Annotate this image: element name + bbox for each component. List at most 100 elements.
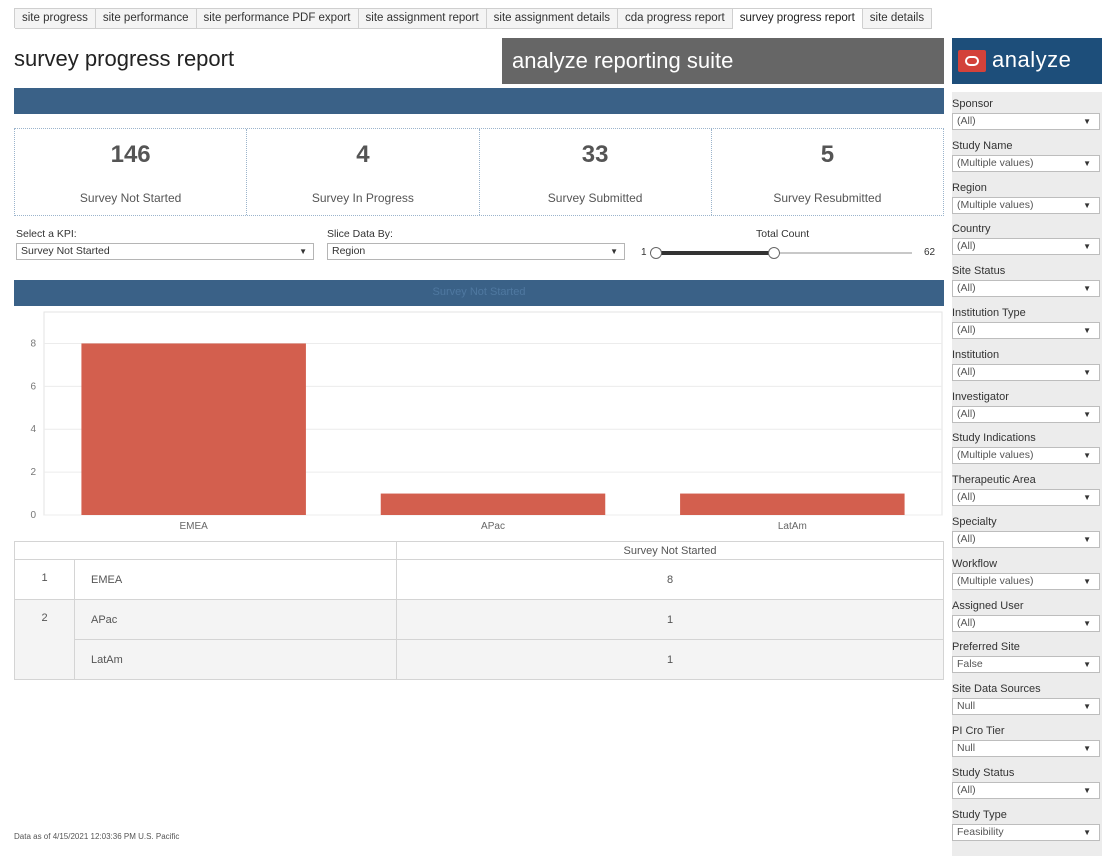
chevron-down-icon: ▼ — [1083, 785, 1091, 795]
tab-site-assignment-report[interactable]: site assignment report — [358, 9, 487, 29]
slice-select[interactable]: Region ▼ — [327, 243, 625, 260]
filter-dropdown-institution[interactable]: (All) ▼ — [952, 363, 1100, 381]
chevron-down-icon: ▼ — [1083, 493, 1091, 503]
row-value: 8 — [396, 559, 944, 600]
filter-dropdown-specialty[interactable]: (All) ▼ — [952, 531, 1100, 548]
filter-value: (All) — [957, 407, 976, 420]
filter-label: Study Status — [952, 766, 1015, 779]
slider-min-handle[interactable] — [650, 247, 662, 259]
filter-label: Investigator — [952, 390, 1009, 403]
chevron-down-icon: ▼ — [1083, 158, 1091, 168]
filter-dropdown-region[interactable]: (Multiple values) ▼ — [952, 196, 1100, 214]
filter-institution: Institution (All) ▼ — [952, 349, 1102, 385]
kpi-card-not-started[interactable]: 146 Survey Not Started — [15, 129, 248, 215]
filter-label: Specialty — [952, 516, 997, 528]
tab-site-assignment-details[interactable]: site assignment details — [486, 9, 618, 29]
kpi-value: 33 — [581, 141, 609, 168]
table-row[interactable]: 2 APac 1 — [14, 599, 944, 680]
filters-panel: Sponsor (All) ▼ Study Name (Multiple values)… — [952, 92, 1102, 856]
table-row[interactable]: 1 EMEA 8 — [14, 559, 944, 600]
chevron-down-icon: ▼ — [299, 247, 307, 256]
table-row[interactable]: LatAm 1 — [15, 639, 944, 680]
filter-country: Country (All) ▼ — [952, 223, 1102, 259]
kpi-select-value: Survey Not Started — [21, 245, 110, 257]
filter-value: False — [957, 658, 983, 671]
filter-investigator: Investigator (All) ▼ — [952, 391, 1102, 427]
y-tick-label: 0 — [30, 510, 36, 521]
filter-sponsor: Sponsor (All) ▼ — [952, 98, 1102, 134]
chevron-down-icon: ▼ — [1083, 660, 1091, 670]
tab-survey-progress-report[interactable]: survey progress report — [732, 9, 863, 29]
bar-chart-svg: 0 2 4 6 8 EMEA APac LatAm — [30, 311, 943, 532]
slider-max-handle[interactable] — [767, 247, 780, 259]
filter-label: Institution Type — [952, 307, 1026, 319]
chevron-down-icon: ▼ — [610, 247, 618, 256]
filter-value: (All) — [957, 533, 976, 545]
tab-site-performance[interactable]: site performance — [95, 9, 197, 29]
filter-dropdown-institution-type[interactable]: (All) ▼ — [952, 322, 1100, 339]
filter-value: Null — [957, 742, 976, 754]
chevron-down-icon: ▼ — [1083, 702, 1091, 712]
filter-label: Study Type — [952, 808, 1007, 821]
filter-value: (All) — [957, 491, 976, 504]
filter-dropdown-study-indications[interactable]: (Multiple values) ▼ — [952, 447, 1100, 465]
kpi-label: Survey Not Started — [79, 191, 182, 205]
kpi-select[interactable]: Survey Not Started ▼ — [16, 243, 314, 260]
filter-value: (Multiple values) — [957, 198, 1034, 211]
filter-value: (Multiple values) — [957, 574, 1034, 587]
bar-chart: 0 2 4 6 8 EMEA APac LatAm — [14, 310, 944, 540]
filter-study-status: Study Status (All) ▼ — [952, 767, 1102, 803]
chevron-down-icon: ▼ — [1083, 827, 1091, 837]
filter-region: Region (Multiple values) ▼ — [952, 182, 1102, 218]
data-as-of-note: Data as of 4/15/2021 12:03:36 PM U.S. Pa… — [14, 832, 180, 841]
row-number: 2 — [14, 599, 75, 680]
filter-value: (Multiple values) — [957, 449, 1034, 462]
tab-cda-progress-report[interactable]: cda progress report — [618, 9, 733, 29]
kpi-value: 4 — [356, 141, 370, 168]
row-name: LatAm — [74, 639, 397, 680]
filter-dropdown-country[interactable]: (All) ▼ — [952, 238, 1100, 256]
kpi-card-resubmitted[interactable]: 5 Survey Resubmitted — [712, 129, 943, 215]
filter-dropdown-sponsor[interactable]: (All) ▼ — [952, 113, 1100, 130]
filter-study-type: Study Type Feasibility ▼ — [952, 809, 1102, 845]
row-number: 1 — [14, 559, 75, 600]
chevron-down-icon: ▼ — [1083, 409, 1091, 419]
filter-dropdown-preferred-site[interactable]: False ▼ — [952, 656, 1100, 674]
filter-dropdown-site-status[interactable]: (All) ▼ — [952, 280, 1100, 298]
chevron-down-icon: ▼ — [1083, 744, 1091, 753]
filter-label: Region — [952, 181, 987, 194]
table-header-value: Survey Not Started — [396, 541, 944, 560]
filter-dropdown-workflow[interactable]: (Multiple values) ▼ — [952, 572, 1100, 590]
x-tick-label: LatAm — [778, 521, 807, 532]
filter-label: Study Name — [952, 139, 1013, 152]
header-band — [14, 88, 944, 114]
filter-therapeutic-area: Therapeutic Area (All) ▼ — [952, 474, 1102, 510]
kpi-card-submitted[interactable]: 33 Survey Submitted — [480, 129, 712, 215]
filter-dropdown-study-name[interactable]: (Multiple values) ▼ — [952, 154, 1100, 172]
row-value: 1 — [396, 599, 944, 640]
tab-site-details[interactable]: site details — [862, 9, 933, 29]
kpi-value: 146 — [110, 141, 151, 168]
filter-dropdown-assigned-user[interactable]: (All) ▼ — [952, 614, 1100, 632]
tab-bar: site progress site performance site perf… — [0, 0, 1113, 29]
chart-title: Survey Not Started — [432, 286, 526, 298]
filter-site-status: Site Status (All) ▼ — [952, 265, 1102, 301]
filter-dropdown-investigator[interactable]: (All) ▼ — [952, 405, 1100, 423]
chevron-down-icon: ▼ — [1083, 284, 1091, 294]
filter-value: (All) — [957, 282, 976, 295]
filter-dropdown-study-status[interactable]: (All) ▼ — [952, 781, 1100, 799]
filter-study-name: Study Name (Multiple values) ▼ — [952, 140, 1102, 176]
filter-dropdown-therapeutic-area[interactable]: (All) ▼ — [952, 489, 1100, 507]
tab-site-performance-pdf-export[interactable]: site performance PDF export — [196, 9, 359, 29]
tab-site-progress[interactable]: site progress — [15, 9, 96, 29]
filter-dropdown-pi-cro-tier[interactable]: Null ▼ — [952, 740, 1100, 757]
filter-dropdown-site-data-sources[interactable]: Null ▼ — [952, 698, 1100, 716]
filter-dropdown-study-type[interactable]: Feasibility ▼ — [952, 823, 1100, 841]
kpi-card-in-progress[interactable]: 4 Survey In Progress — [247, 129, 480, 215]
y-tick-label: 6 — [30, 381, 36, 392]
kpi-value: 5 — [820, 141, 835, 168]
filter-label: Study Indications — [952, 432, 1036, 445]
filter-site-data-sources: Site Data Sources Null ▼ — [952, 683, 1102, 719]
table-header-blank — [14, 541, 397, 560]
x-tick-label: APac — [481, 521, 505, 532]
